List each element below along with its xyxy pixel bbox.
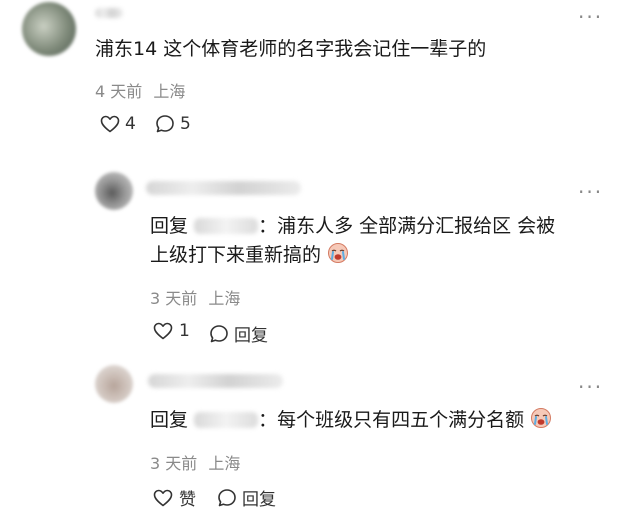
reply-text: 回复 ：每个班级只有四五个满分名额 <box>150 407 552 436</box>
avatar[interactable] <box>95 172 133 210</box>
heart-icon <box>100 115 120 133</box>
reply-button[interactable]: 5 <box>155 114 191 134</box>
reply-location: 上海 <box>208 454 241 473</box>
more-icon[interactable]: ··· <box>578 7 603 27</box>
comment-location: 上海 <box>153 82 186 101</box>
reply-line-2: 上级打下来重新搞的 <box>150 244 322 266</box>
like-count: 4 <box>125 114 136 134</box>
reply-label: 回复 <box>242 490 276 510</box>
crying-face-icon <box>530 407 552 436</box>
like-button[interactable]: 1 <box>153 321 190 341</box>
reply-separator: ： <box>258 409 278 431</box>
heart-icon <box>153 322 173 340</box>
reply-label: 回复 <box>234 326 268 346</box>
comment-bubble-icon <box>217 488 237 508</box>
like-button[interactable]: 赞 <box>153 485 196 510</box>
reply-line-1: 每个班级只有四五个满分名额 <box>277 409 525 431</box>
more-icon[interactable]: ··· <box>578 182 603 202</box>
reply-prefix: 回复 <box>150 409 189 431</box>
username-blurred[interactable] <box>95 8 123 18</box>
reply-meta: 3 天前 上海 <box>150 450 240 474</box>
reply-separator: ： <box>258 215 278 237</box>
username-blurred[interactable] <box>146 181 301 195</box>
reply-text: 回复 ：浦东人多 全部满分汇报给区 会被 <box>150 213 555 239</box>
reply-time: 3 天前 <box>150 289 198 308</box>
heart-icon <box>153 489 173 507</box>
comment-time: 4 天前 <box>95 82 143 101</box>
reply-time: 3 天前 <box>150 454 198 473</box>
like-button[interactable]: 4 <box>100 114 136 134</box>
comment-text: 浦东14 这个体育老师的名字我会记住一辈子的 <box>95 38 487 60</box>
reply-prefix: 回复 <box>150 215 189 237</box>
reply-count: 5 <box>180 114 191 134</box>
reply-button[interactable]: 回复 <box>217 485 276 510</box>
like-label: 赞 <box>179 490 196 510</box>
mentioned-user-blurred[interactable] <box>194 218 259 234</box>
crying-face-icon <box>327 242 349 271</box>
avatar[interactable] <box>95 365 133 403</box>
more-icon[interactable]: ··· <box>578 377 603 397</box>
comment-bubble-icon <box>155 114 175 134</box>
comment-meta: 4 天前 上海 <box>95 78 185 102</box>
comment-bubble-icon <box>209 324 229 344</box>
mentioned-user-blurred[interactable] <box>194 412 259 428</box>
reply-text-continued: 上级打下来重新搞的 <box>150 242 349 271</box>
reply-line-1: 浦东人多 全部满分汇报给区 会被 <box>277 215 556 237</box>
username-blurred[interactable] <box>148 374 283 388</box>
reply-meta: 3 天前 上海 <box>150 285 240 309</box>
like-count: 1 <box>179 321 190 341</box>
avatar[interactable] <box>22 2 76 56</box>
reply-button[interactable]: 回复 <box>209 321 268 346</box>
reply-location: 上海 <box>208 289 241 308</box>
